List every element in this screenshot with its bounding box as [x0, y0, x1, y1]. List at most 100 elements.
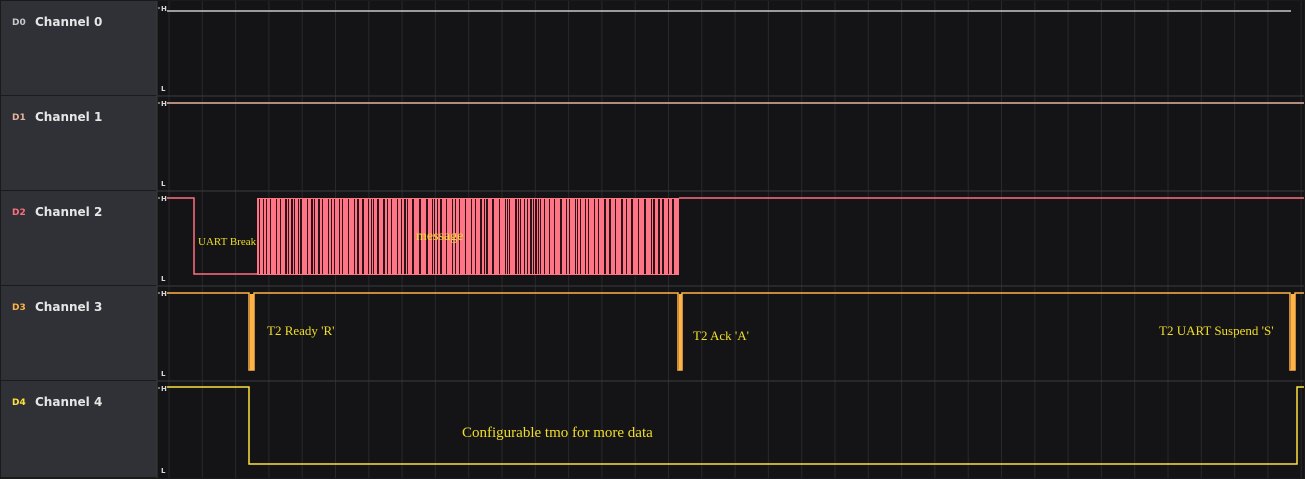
- burst-gap: [294, 199, 295, 274]
- burst-gap: [397, 199, 398, 274]
- burst-gap: [577, 199, 578, 274]
- burst-gap: [334, 199, 335, 274]
- burst-gap: [588, 199, 589, 274]
- burst-gap: [566, 199, 567, 274]
- burst-gap: [518, 199, 519, 274]
- low-level-label: L: [161, 467, 166, 475]
- channel-3-pulse: [1291, 294, 1295, 370]
- low-level-label: L: [161, 370, 166, 378]
- burst-gap: [465, 199, 466, 274]
- burst-gap: [651, 199, 652, 274]
- t2-ready-annotation: T2 Ready 'R': [267, 323, 335, 338]
- burst-gap: [580, 199, 581, 274]
- burst-gap: [594, 199, 595, 274]
- burst-gap: [530, 199, 532, 274]
- burst-gap: [404, 199, 406, 274]
- burst-gap: [509, 199, 510, 274]
- burst-gap: [638, 199, 639, 274]
- burst-gap: [322, 199, 323, 274]
- burst-gap: [533, 199, 534, 274]
- t2-ack-annotation: T2 Ack 'A': [693, 328, 749, 343]
- high-level-label: H: [161, 195, 167, 203]
- burst-gap: [653, 199, 655, 274]
- high-level-label: H: [161, 100, 167, 108]
- burst-gap: [412, 199, 414, 274]
- t2-suspend-annotation: T2 UART Suspend 'S': [1159, 323, 1274, 338]
- burst-gap: [615, 199, 616, 274]
- burst-gap: [672, 199, 674, 274]
- burst-gap: [480, 199, 482, 274]
- burst-gap: [631, 199, 633, 274]
- burst-gap: [515, 199, 517, 274]
- burst-gap: [307, 199, 308, 274]
- burst-gap: [288, 199, 289, 274]
- burst-gap: [505, 199, 506, 274]
- channel-3-pulse: [679, 294, 682, 370]
- burst-gap: [331, 199, 332, 274]
- burst-gap: [259, 199, 260, 274]
- burst-gap: [391, 199, 392, 274]
- burst-gap: [314, 199, 315, 274]
- level-markers: HLHLHLHLHL: [158, 5, 167, 475]
- burst-gap: [484, 199, 485, 274]
- channel-3-pulse: [250, 294, 254, 370]
- burst-gap: [368, 199, 369, 274]
- burst-gap: [285, 199, 287, 274]
- low-level-label: L: [161, 275, 166, 283]
- high-level-label: H: [161, 290, 167, 298]
- burst-gap: [538, 199, 539, 274]
- burst-gap: [339, 199, 340, 274]
- burst-gap: [318, 199, 320, 274]
- burst-gap: [328, 199, 329, 274]
- burst-gap: [371, 199, 372, 274]
- burst-gap: [291, 199, 293, 274]
- logic-analyzer-view: D0 Channel 0 D1 Channel 1 D2 Channel 2 D…: [0, 0, 1305, 479]
- waveform-canvas[interactable]: HLHLHLHLHL UART Break message T2 Ready '…: [1, 1, 1304, 478]
- burst-gap: [357, 199, 359, 274]
- burst-gap: [342, 199, 343, 274]
- burst-gap: [475, 199, 476, 274]
- burst-gap: [662, 199, 664, 274]
- burst-gap: [520, 199, 521, 274]
- burst-gap: [300, 199, 302, 274]
- uart-break-annotation: UART Break: [198, 236, 257, 248]
- burst-gap: [569, 199, 570, 274]
- burst-gap: [311, 199, 313, 274]
- burst-gap: [276, 199, 277, 274]
- burst-gap: [560, 199, 562, 274]
- burst-gap: [598, 199, 599, 274]
- burst-gap: [535, 199, 537, 274]
- burst-gap: [401, 199, 402, 274]
- burst-gap: [348, 199, 349, 274]
- message-annotation: message: [416, 229, 463, 244]
- high-level-label: H: [161, 385, 167, 393]
- burst-gap: [604, 199, 606, 274]
- burst-gap: [644, 199, 646, 274]
- burst-gap: [387, 199, 388, 274]
- burst-gap: [621, 199, 623, 274]
- burst-gap: [377, 199, 379, 274]
- burst-gap: [362, 199, 364, 274]
- low-level-label: L: [161, 180, 166, 188]
- burst-gap: [585, 199, 586, 274]
- burst-gap: [554, 199, 555, 274]
- burst-gap: [354, 199, 355, 274]
- burst-gap: [544, 199, 545, 274]
- burst-gap: [524, 199, 525, 274]
- burst-gap: [407, 199, 408, 274]
- burst-gap: [471, 199, 472, 274]
- burst-gap: [373, 199, 374, 274]
- burst-gap: [486, 199, 488, 274]
- burst-gap: [609, 199, 611, 274]
- tmo-annotation: Configurable tmo for more data: [462, 425, 653, 441]
- burst-gap: [383, 199, 385, 274]
- burst-gap: [298, 199, 299, 274]
- burst-gap: [270, 199, 271, 274]
- burst-gap: [658, 199, 660, 274]
- burst-gap: [549, 199, 550, 274]
- high-level-label: H: [161, 5, 167, 13]
- burst-gap: [266, 199, 267, 274]
- burst-gap: [540, 199, 541, 274]
- burst-gap: [263, 199, 264, 274]
- burst-gap: [280, 199, 281, 274]
